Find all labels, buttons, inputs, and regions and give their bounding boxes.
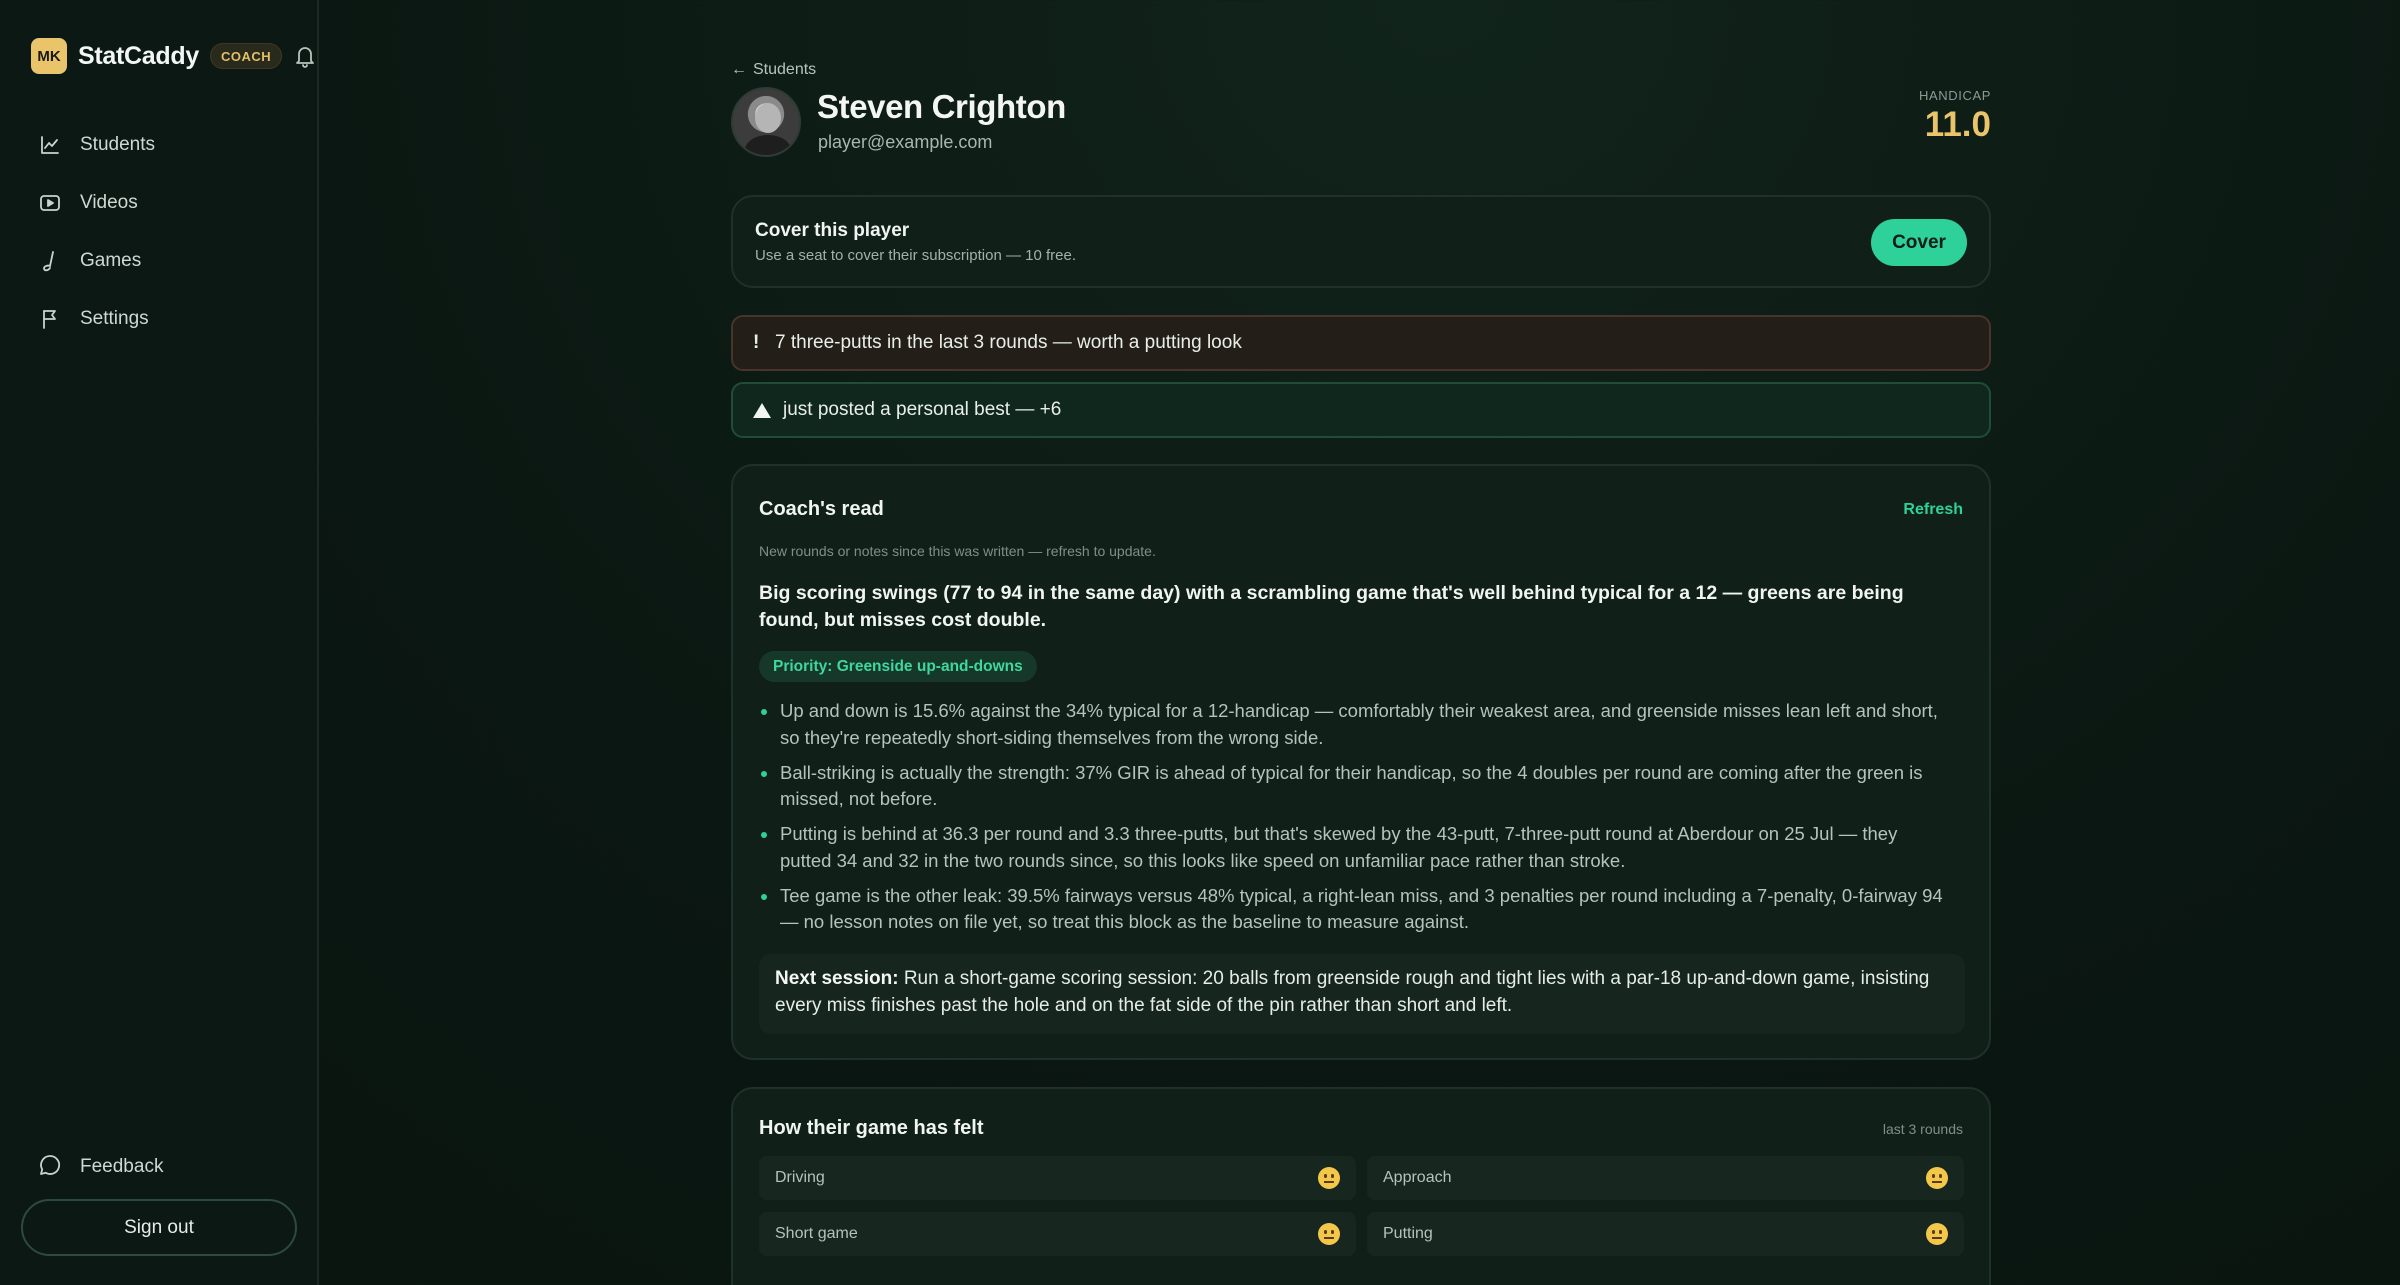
golf-club-icon bbox=[38, 249, 62, 273]
cover-button[interactable]: Cover bbox=[1871, 219, 1967, 266]
feel-tile-label: Driving bbox=[775, 1169, 825, 1186]
alert-text: just posted a personal best — +6 bbox=[783, 399, 1062, 420]
sidebar-item-label: Games bbox=[80, 250, 142, 271]
three-putt-alert: ! 7 three-putts in the last 3 rounds — w… bbox=[731, 315, 1991, 371]
neutral-face-icon bbox=[1926, 1167, 1948, 1189]
feel-tile-label: Putting bbox=[1383, 1225, 1433, 1242]
neutral-face-icon bbox=[1318, 1167, 1340, 1189]
player-name: Steven Crighton bbox=[817, 88, 1066, 125]
triangle-up-icon bbox=[753, 402, 771, 418]
logo-badge[interactable]: MK bbox=[31, 38, 67, 74]
sidebar: MK StatCaddy COACH Students Videos Games… bbox=[0, 0, 319, 1285]
avatar-head bbox=[755, 103, 781, 133]
handicap-value: 11.0 bbox=[1924, 105, 1991, 144]
feel-tile-short-game: Short game bbox=[759, 1212, 1356, 1256]
avatar-body bbox=[745, 135, 791, 155]
feel-tile-putting: Putting bbox=[1367, 1212, 1964, 1256]
coach-read-title: Coach's read bbox=[759, 498, 884, 520]
sidebar-nav: Students Videos Games Settings bbox=[38, 116, 298, 348]
feel-tile-driving: Driving bbox=[759, 1156, 1356, 1200]
insight-item: Ball-striking is actually the strength: … bbox=[759, 760, 1949, 813]
insight-item: Putting is behind at 36.3 per round and … bbox=[759, 821, 1949, 874]
neutral-face-icon bbox=[1926, 1223, 1948, 1245]
arrow-left-icon: ← bbox=[731, 61, 747, 78]
next-session-box: Next session: Run a short-game scoring s… bbox=[759, 954, 1965, 1034]
sidebar-item-label: Videos bbox=[80, 192, 138, 213]
flag-icon bbox=[38, 307, 62, 331]
game-feel-card: How their game has felt last 3 rounds Dr… bbox=[731, 1087, 1991, 1285]
bell-icon[interactable] bbox=[292, 43, 318, 69]
back-link[interactable]: ← Students bbox=[731, 61, 816, 79]
insight-list: Up and down is 15.6% against the 34% typ… bbox=[759, 698, 1949, 944]
insight-item: Tee game is the other leak: 39.5% fairwa… bbox=[759, 883, 1949, 936]
chat-bubble-icon bbox=[38, 1153, 62, 1182]
chart-line-icon bbox=[38, 133, 62, 157]
cover-player-card: Cover this player Use a seat to cover th… bbox=[731, 195, 1991, 288]
sidebar-item-label: Students bbox=[80, 134, 155, 155]
player-email: player@example.com bbox=[818, 132, 993, 152]
stale-note: New rounds or notes since this was writt… bbox=[759, 543, 1156, 559]
role-badge: COACH bbox=[209, 43, 283, 69]
player-avatar bbox=[731, 87, 801, 157]
feedback-label: Feedback bbox=[80, 1156, 164, 1177]
handicap-label: HANDICAP bbox=[1919, 88, 1991, 103]
insight-item: Up and down is 15.6% against the 34% typ… bbox=[759, 698, 1949, 751]
coach-read-headline: Big scoring swings (77 to 94 in the same… bbox=[759, 582, 1904, 631]
next-session-label: Next session: bbox=[775, 968, 899, 989]
feel-tile-label: Short game bbox=[775, 1225, 858, 1242]
game-feel-range: last 3 rounds bbox=[1882, 1121, 1963, 1137]
back-label: Students bbox=[753, 61, 817, 78]
sidebar-item-settings[interactable]: Settings bbox=[38, 290, 298, 348]
personal-best-alert: just posted a personal best — +6 bbox=[731, 382, 1991, 438]
sidebar-item-students[interactable]: Students bbox=[38, 116, 298, 174]
priority-badge: Priority: Greenside up-and-downs bbox=[759, 651, 1037, 682]
exclamation-icon: ! bbox=[753, 332, 760, 353]
sidebar-item-games[interactable]: Games bbox=[38, 232, 298, 290]
game-feel-title: How their game has felt bbox=[759, 1117, 984, 1139]
alert-text: 7 three-putts in the last 3 rounds — wor… bbox=[775, 332, 1242, 353]
sign-out-button[interactable]: Sign out bbox=[21, 1199, 297, 1256]
app-name: StatCaddy bbox=[78, 41, 199, 70]
feel-tile-label: Approach bbox=[1383, 1169, 1452, 1186]
sidebar-item-videos[interactable]: Videos bbox=[38, 174, 298, 232]
refresh-button[interactable]: Refresh bbox=[1903, 501, 1963, 519]
brand: MK StatCaddy COACH bbox=[31, 38, 318, 74]
video-icon bbox=[38, 191, 62, 215]
next-session-text: Run a short-game scoring session: 20 bal… bbox=[775, 968, 1930, 1016]
neutral-face-icon bbox=[1318, 1223, 1340, 1245]
coach-read-card: Coach's read Refresh New rounds or notes… bbox=[731, 464, 1991, 1060]
feel-tile-approach: Approach bbox=[1367, 1156, 1964, 1200]
sidebar-item-label: Settings bbox=[80, 308, 149, 329]
cover-subtitle: Use a seat to cover their subscription —… bbox=[755, 247, 1076, 264]
cover-title: Cover this player bbox=[755, 220, 910, 241]
feedback-link[interactable]: Feedback bbox=[38, 1152, 163, 1182]
